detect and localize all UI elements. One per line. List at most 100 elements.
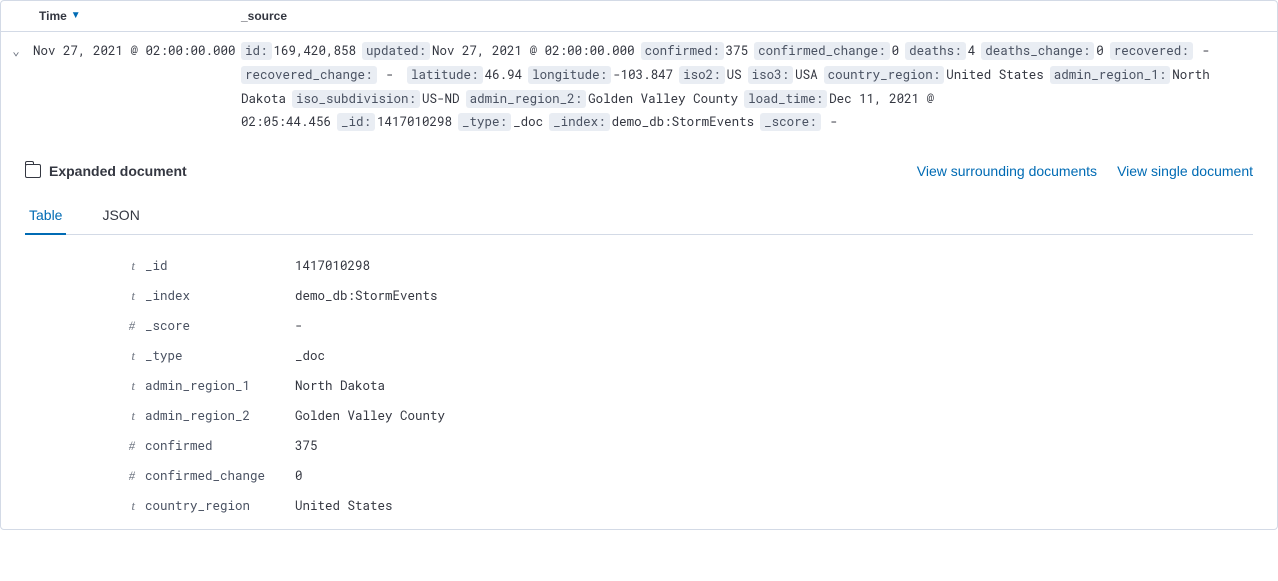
source-value: 375 [726, 43, 749, 59]
view-single-link[interactable]: View single document [1117, 163, 1253, 179]
source-value: United States [946, 67, 1044, 83]
field-type-icon: t [25, 379, 145, 394]
source-key: iso_subdivision: [292, 90, 420, 108]
field-name: admin_region_1 [145, 378, 295, 394]
expanded-links: View surrounding documents View single d… [917, 163, 1253, 179]
field-name: _index [145, 288, 295, 304]
source-key: longitude: [528, 66, 611, 84]
source-value: demo_db:StormEvents [612, 114, 755, 130]
detail-tabs: Table JSON [25, 197, 1253, 235]
tab-json[interactable]: JSON [98, 197, 143, 235]
source-key: iso3: [748, 66, 794, 84]
field-value: North Dakota [295, 378, 1253, 394]
source-value: - [1195, 43, 1210, 59]
expanded-title: Expanded document [25, 163, 187, 179]
field-row: tcountry_regionUnited States [25, 491, 1253, 521]
chevron-down-icon: ⌄ [12, 43, 20, 59]
field-name: confirmed [145, 438, 295, 454]
source-key: recovered: [1110, 42, 1193, 60]
field-value: _doc [295, 348, 1253, 364]
row-time-value: Nov 27, 2021 @ 02:00:00.000 [31, 40, 241, 135]
header-row: Time ▼ _source [1, 1, 1277, 32]
field-value: 0 [295, 468, 1253, 484]
row-source-value: id:169,420,858 updated:Nov 27, 2021 @ 02:… [241, 40, 1277, 135]
source-value: - [379, 67, 402, 83]
source-column-header[interactable]: _source [241, 9, 1277, 23]
field-table: t_id1417010298t_indexdemo_db:StormEvents… [25, 251, 1253, 521]
field-row: t_id1417010298 [25, 251, 1253, 281]
field-type-icon: # [25, 439, 145, 454]
source-value: 1417010298 [377, 114, 452, 130]
expanded-header: Expanded document View surrounding docum… [25, 163, 1253, 179]
field-value: - [295, 318, 1253, 334]
field-type-icon: t [25, 289, 145, 304]
source-key: _index: [549, 113, 610, 131]
source-key: _type: [458, 113, 511, 131]
field-value: United States [295, 498, 1253, 514]
field-value: demo_db:StormEvents [295, 288, 1253, 304]
field-type-icon: t [25, 499, 145, 514]
source-key: confirmed: [641, 42, 724, 60]
source-key: latitude: [407, 66, 483, 84]
source-key: deaths: [905, 42, 966, 60]
source-value: 46.94 [485, 67, 523, 83]
results-panel: Time ▼ _source ⌄ Nov 27, 2021 @ 02:00:00… [0, 0, 1278, 530]
field-name: _type [145, 348, 295, 364]
expanded-document: Expanded document View surrounding docum… [1, 147, 1277, 529]
source-key: confirmed_change: [754, 42, 890, 60]
row-collapse-toggle[interactable]: ⌄ [1, 40, 31, 135]
time-column-header[interactable]: Time ▼ [31, 9, 241, 23]
sort-descending-icon: ▼ [71, 10, 81, 21]
view-surrounding-link[interactable]: View surrounding documents [917, 163, 1097, 179]
source-key: load_time: [744, 90, 827, 108]
field-name: _id [145, 258, 295, 274]
source-key: country_region: [824, 66, 945, 84]
source-value: 0 [892, 43, 900, 59]
field-value: 375 [295, 438, 1253, 454]
source-value: 4 [968, 43, 976, 59]
table-row: ⌄ Nov 27, 2021 @ 02:00:00.000 id:169,420… [1, 32, 1277, 147]
source-key: admin_region_1: [1050, 66, 1171, 84]
folder-open-icon [25, 164, 41, 178]
field-name: country_region [145, 498, 295, 514]
source-column-label: _source [241, 9, 287, 23]
source-key: iso2: [679, 66, 725, 84]
source-value: Nov 27, 2021 @ 02:00:00.000 [432, 43, 635, 59]
source-value: - [823, 114, 838, 130]
field-row: #confirmed_change0 [25, 461, 1253, 491]
field-row: tadmin_region_2Golden Valley County [25, 401, 1253, 431]
source-key: deaths_change: [981, 42, 1094, 60]
source-value: Golden Valley County [588, 91, 738, 107]
expand-header [1, 9, 31, 23]
field-name: confirmed_change [145, 468, 295, 484]
source-key: _id: [337, 113, 375, 131]
field-name: admin_region_2 [145, 408, 295, 424]
source-key: updated: [362, 42, 430, 60]
expanded-title-text: Expanded document [49, 163, 187, 179]
source-value: -103.847 [613, 67, 673, 83]
field-row: #_score - [25, 311, 1253, 341]
field-type-icon: t [25, 349, 145, 364]
field-value: Golden Valley County [295, 408, 1253, 424]
source-key: id: [241, 42, 272, 60]
field-type-icon: # [25, 469, 145, 484]
source-value: _doc [513, 114, 543, 130]
source-value: US-ND [422, 91, 460, 107]
field-type-icon: # [25, 319, 145, 334]
field-row: #confirmed375 [25, 431, 1253, 461]
source-key: recovered_change: [241, 66, 377, 84]
field-type-icon: t [25, 409, 145, 424]
field-value: 1417010298 [295, 258, 1253, 274]
field-row: t_indexdemo_db:StormEvents [25, 281, 1253, 311]
field-row: t_type_doc [25, 341, 1253, 371]
field-type-icon: t [25, 259, 145, 274]
source-value: US [727, 67, 742, 83]
time-column-label: Time [39, 9, 67, 23]
source-value: 0 [1096, 43, 1104, 59]
source-value: USA [795, 67, 818, 83]
tab-table[interactable]: Table [25, 197, 66, 235]
source-key: _score: [760, 113, 821, 131]
field-row: tadmin_region_1North Dakota [25, 371, 1253, 401]
field-name: _score [145, 318, 295, 334]
source-value: 169,420,858 [274, 43, 357, 59]
